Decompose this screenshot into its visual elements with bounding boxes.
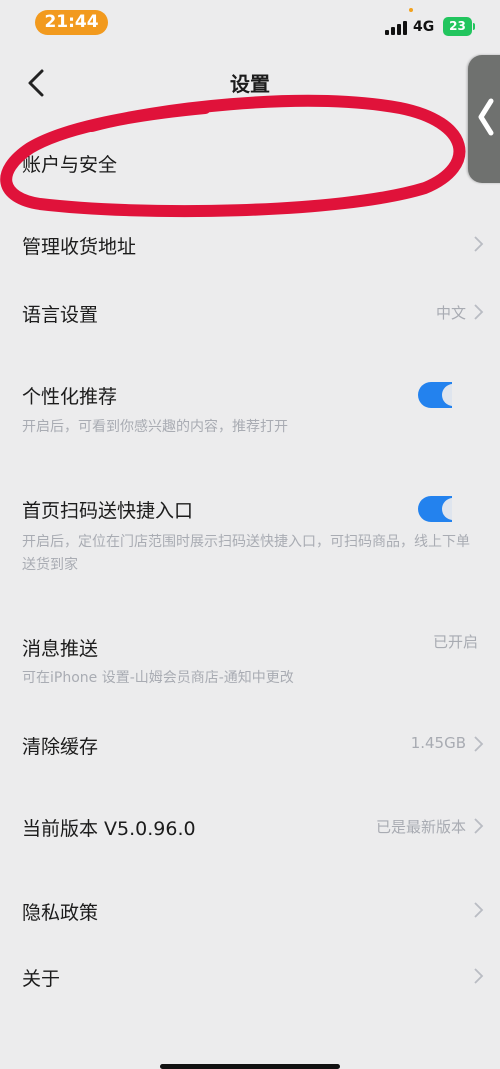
settings-item-label: 消息推送 <box>22 638 99 660</box>
notification-status: 已开启 <box>432 633 478 651</box>
settings-item-about[interactable]: 关于 <box>0 954 500 1000</box>
toggle-knob <box>442 498 452 520</box>
toggle-knob <box>442 384 452 406</box>
settings-item-account-security[interactable]: 账户与安全 <box>0 140 500 186</box>
settings-item-subtitle: 开启后，定位在门店范围时展示扫码送快捷入口，可扫码商品，线上下单送货到家 <box>22 534 470 573</box>
settings-item-subtitle: 开启后，可看到你感兴趣的内容，推荐打开 <box>22 419 288 435</box>
battery-cap <box>473 23 475 30</box>
settings-item-personalized-recommendation: 个性化推荐 开启后，可看到你感兴趣的内容，推荐打开 <box>0 372 500 444</box>
settings-item-label: 个性化推荐 <box>22 386 118 408</box>
chevron-right-icon <box>474 968 484 984</box>
personalized-recommendation-toggle[interactable] <box>418 382 452 408</box>
battery-icon: 23 <box>443 17 472 36</box>
settings-item-label: 当前版本 V5.0.96.0 <box>22 818 196 840</box>
settings-item-label: 清除缓存 <box>22 736 99 758</box>
settings-item-language[interactable]: 语言设置 中文 <box>0 290 500 336</box>
settings-item-label: 管理收货地址 <box>22 236 137 258</box>
status-bar: 21:44 4G 23 <box>0 0 500 48</box>
settings-item-subtitle: 可在iPhone 设置-山姆会员商店-通知中更改 <box>22 670 294 686</box>
chevron-right-icon <box>474 236 484 252</box>
version-status: 已是最新版本 <box>375 818 466 836</box>
settings-item-label: 账户与安全 <box>22 154 118 176</box>
chevron-right-icon <box>474 902 484 918</box>
settings-item-clear-cache[interactable]: 清除缓存 1.45GB <box>0 722 500 768</box>
language-value: 中文 <box>435 304 466 322</box>
network-type: 4G <box>413 19 435 35</box>
quick-scan-entry-toggle[interactable] <box>418 496 452 522</box>
cellular-signal-icon <box>385 19 409 35</box>
settings-item-label: 首页扫码送快捷入口 <box>22 500 194 522</box>
chevron-right-icon <box>474 304 484 320</box>
status-time: 21:44 <box>35 10 108 35</box>
settings-item-label: 关于 <box>22 968 61 990</box>
chevron-right-icon <box>474 736 484 752</box>
settings-item-label: 隐私政策 <box>22 902 99 924</box>
settings-item-label: 语言设置 <box>22 304 99 326</box>
nav-bar: 设置 <box>0 58 500 110</box>
settings-item-quick-scan-entry: 首页扫码送快捷入口 开启后，定位在门店范围时展示扫码送快捷入口，可扫码商品，线上… <box>0 486 500 582</box>
chevron-left-icon <box>478 98 494 136</box>
settings-item-version[interactable]: 当前版本 V5.0.96.0 已是最新版本 <box>0 804 500 850</box>
privacy-indicator-dot <box>409 8 413 12</box>
settings-item-addresses[interactable]: 管理收货地址 <box>0 222 500 268</box>
chevron-right-icon <box>474 818 484 834</box>
page-title: 设置 <box>230 72 270 96</box>
cache-size: 1.45GB <box>410 734 466 752</box>
settings-item-notifications[interactable]: 消息推送 已开启 可在iPhone 设置-山姆会员商店-通知中更改 <box>0 624 500 696</box>
settings-item-privacy-policy[interactable]: 隐私政策 <box>0 888 500 934</box>
home-indicator <box>160 1064 340 1069</box>
